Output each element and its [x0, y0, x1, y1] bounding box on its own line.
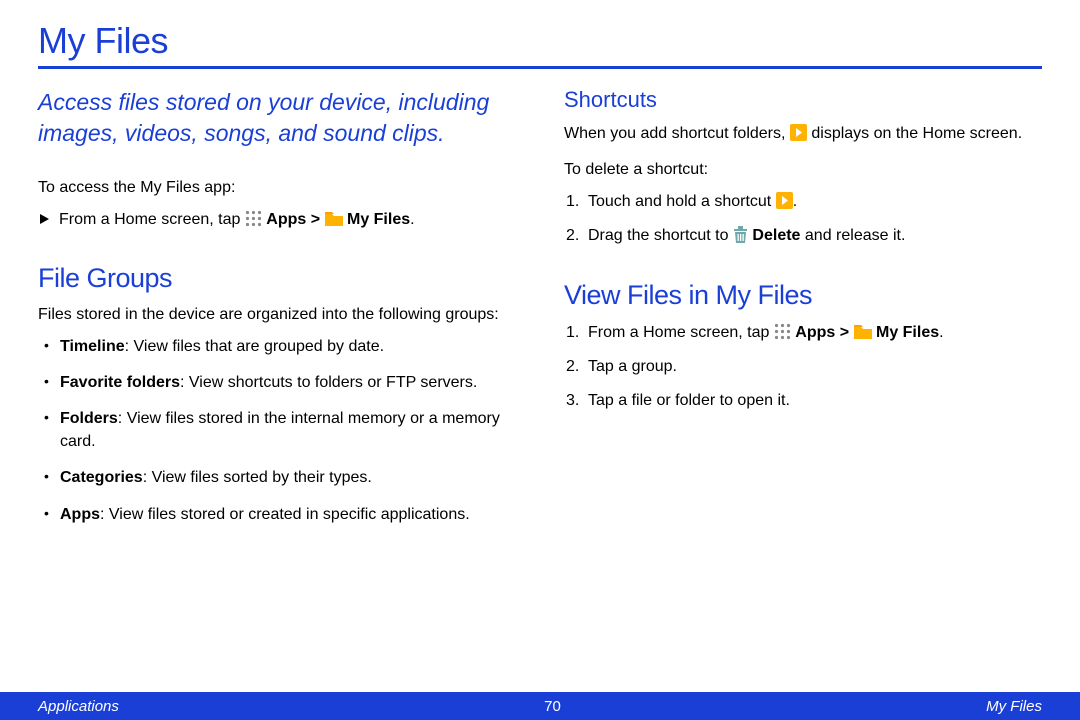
- list-item: Timeline: View files that are grouped by…: [42, 336, 516, 358]
- right-column: Shortcuts When you add shortcut folders,…: [564, 87, 1042, 540]
- file-groups-intro: Files stored in the device are organized…: [38, 304, 516, 326]
- left-column: Access files stored on your device, incl…: [38, 87, 516, 540]
- title-rule: [38, 66, 1042, 69]
- shortcut-folder-icon: [790, 124, 807, 141]
- footer-left: Applications: [38, 698, 119, 715]
- trash-icon: [733, 226, 748, 243]
- apps-label: Apps: [266, 211, 306, 228]
- delete-bold: Delete: [752, 227, 800, 244]
- step-item: Tap a group.: [566, 355, 1042, 379]
- folder-icon: [854, 325, 872, 339]
- footer-right: My Files: [986, 698, 1042, 715]
- myfiles-label: My Files: [347, 211, 410, 228]
- list-item: Folders: View files stored in the intern…: [42, 408, 516, 453]
- view-files-heading: View Files in My Files: [564, 280, 1042, 311]
- play-bullet-icon: [40, 214, 49, 224]
- page-footer: Applications 70 My Files: [0, 692, 1080, 720]
- access-step: From a Home screen, tap Apps >: [38, 209, 516, 231]
- groups-list: Timeline: View files that are grouped by…: [38, 336, 516, 526]
- list-item: Favorite folders: View shortcuts to fold…: [42, 372, 516, 394]
- intro-text: Access files stored on your device, incl…: [38, 87, 516, 149]
- shortcut-folder-icon: [776, 192, 793, 209]
- step-item: From a Home screen, tap Apps >: [566, 321, 1042, 345]
- access-label: To access the My Files app:: [38, 177, 516, 199]
- folder-icon: [325, 212, 343, 226]
- shortcuts-heading: Shortcuts: [564, 87, 1042, 113]
- step-item: Tap a file or folder to open it.: [566, 389, 1042, 413]
- page-title: My Files: [38, 20, 1042, 62]
- shortcuts-text: When you add shortcut folders, displays …: [564, 123, 1042, 145]
- delete-steps: Touch and hold a shortcut . Drag the sho…: [564, 190, 1042, 248]
- apps-grid-icon: [245, 210, 262, 227]
- view-steps: From a Home screen, tap Apps >: [564, 321, 1042, 413]
- apps-grid-icon: [774, 323, 791, 340]
- delete-label: To delete a shortcut:: [564, 159, 1042, 181]
- step-item: Drag the shortcut to Delete and release: [566, 224, 1042, 248]
- list-item: Categories: View files sorted by their t…: [42, 467, 516, 489]
- list-item: Apps: View files stored or created in sp…: [42, 504, 516, 526]
- footer-page-number: 70: [544, 698, 561, 715]
- access-step-prefix: From a Home screen, tap: [59, 211, 245, 228]
- step-item: Touch and hold a shortcut .: [566, 190, 1042, 214]
- file-groups-heading: File Groups: [38, 263, 516, 294]
